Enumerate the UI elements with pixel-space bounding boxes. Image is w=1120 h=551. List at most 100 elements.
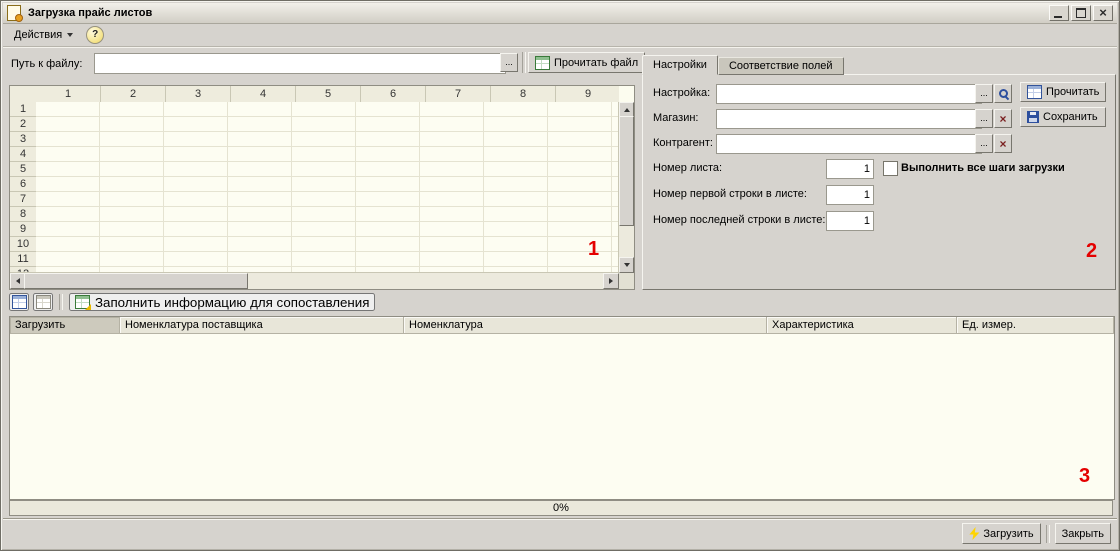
all-steps-label: Выполнить все шаги загрузки bbox=[901, 162, 1065, 174]
grid-row-header[interactable]: 3 bbox=[10, 132, 36, 147]
grid-row-header[interactable]: 10 bbox=[10, 237, 36, 252]
grid-column-header[interactable]: 3 bbox=[166, 86, 231, 102]
arrow-up-icon bbox=[624, 105, 630, 112]
nastroyka-search-button[interactable] bbox=[994, 84, 1012, 103]
fill-mapping-button[interactable]: Заполнить информацию для сопоставления bbox=[69, 293, 375, 311]
grid-column-header[interactable]: 4 bbox=[231, 86, 296, 102]
grid-row-header[interactable]: 8 bbox=[10, 207, 36, 222]
table-header-4[interactable]: Ед. измер. bbox=[957, 317, 1114, 334]
arrow-right-icon bbox=[609, 278, 616, 284]
grid-row-header[interactable]: 7 bbox=[10, 192, 36, 207]
close-button[interactable] bbox=[1093, 5, 1113, 21]
grid-row-headers: 123456789101112 bbox=[10, 102, 37, 273]
nastroyka-label: Настройка: bbox=[653, 87, 710, 99]
kontragent-input[interactable] bbox=[716, 134, 982, 154]
kontragent-clear-button[interactable] bbox=[994, 134, 1012, 153]
sheet-number-label: Номер листа: bbox=[653, 162, 722, 174]
horizontal-scroll-thumb[interactable] bbox=[24, 273, 248, 289]
nastroyka-input[interactable] bbox=[716, 84, 982, 104]
read-settings-label: Прочитать bbox=[1046, 86, 1099, 98]
file-path-label: Путь к файлу: bbox=[11, 58, 82, 70]
read-file-button[interactable]: Прочитать файл bbox=[528, 52, 645, 73]
grid-column-header[interactable]: 6 bbox=[361, 86, 426, 102]
titlebar: Загрузка прайс листов bbox=[3, 3, 1117, 24]
grid-vertical-scrollbar[interactable] bbox=[618, 102, 634, 273]
progress-text: 0% bbox=[553, 502, 569, 514]
spreadsheet-preview: 123456789 123456789101112 bbox=[9, 85, 635, 290]
actions-menu-label: Действия bbox=[14, 29, 62, 41]
read-file-label: Прочитать файл bbox=[554, 57, 638, 69]
table-header-0[interactable]: Загрузить bbox=[10, 317, 120, 334]
minimize-button[interactable] bbox=[1049, 5, 1069, 21]
maximize-icon bbox=[1076, 8, 1086, 18]
grid-column-header[interactable]: 9 bbox=[556, 86, 619, 102]
save-settings-button[interactable]: Сохранить bbox=[1020, 107, 1106, 127]
magazin-input[interactable] bbox=[716, 109, 982, 129]
all-steps-checkbox[interactable] bbox=[883, 161, 898, 176]
load-button[interactable]: Загрузить bbox=[962, 523, 1040, 544]
read-settings-button[interactable]: Прочитать bbox=[1020, 82, 1106, 102]
clear-icon bbox=[999, 138, 1006, 150]
first-row-label: Номер первой строки в листе: bbox=[653, 188, 807, 200]
file-path-input[interactable] bbox=[94, 53, 506, 74]
grid-cells-area[interactable] bbox=[36, 102, 619, 273]
actions-menu[interactable]: Действия bbox=[7, 26, 80, 44]
mapping-table-body[interactable] bbox=[10, 334, 1114, 499]
grid-row-header[interactable]: 5 bbox=[10, 162, 36, 177]
footer-bar: Загрузить Закрыть bbox=[3, 518, 1117, 548]
grid-column-header[interactable]: 1 bbox=[36, 86, 101, 102]
kontragent-label: Контрагент: bbox=[653, 137, 713, 149]
grid-row-header[interactable]: 2 bbox=[10, 117, 36, 132]
file-browse-button[interactable]: ... bbox=[500, 53, 518, 72]
clear-all-flags-button[interactable] bbox=[33, 293, 53, 311]
close-window-button[interactable]: Закрыть bbox=[1055, 523, 1111, 544]
last-row-input[interactable] bbox=[826, 211, 874, 231]
mapping-table: ЗагрузитьНоменклатура поставщикаНоменкла… bbox=[9, 316, 1115, 500]
grid-column-header[interactable]: 7 bbox=[426, 86, 491, 102]
grid-row-header[interactable]: 9 bbox=[10, 222, 36, 237]
arrow-down-icon bbox=[624, 263, 630, 270]
tab-nastroyki[interactable]: Настройки bbox=[642, 55, 718, 75]
magnifier-icon bbox=[998, 88, 1009, 99]
tab-sootvetstvie-poley[interactable]: Соответствие полей bbox=[718, 57, 844, 75]
kontragent-browse-button[interactable]: ... bbox=[975, 134, 993, 153]
progress-bar: 0% bbox=[9, 500, 1113, 516]
toolbar-separator bbox=[522, 52, 526, 73]
scroll-down-button[interactable] bbox=[619, 257, 634, 273]
table-header-2[interactable]: Номенклатура bbox=[404, 317, 767, 334]
close-icon bbox=[1099, 6, 1107, 20]
read-settings-icon bbox=[1027, 85, 1042, 99]
help-button[interactable] bbox=[86, 26, 104, 44]
grid-column-header[interactable]: 5 bbox=[296, 86, 361, 102]
lightning-icon bbox=[969, 527, 979, 540]
grid-row-header[interactable]: 1 bbox=[10, 102, 36, 117]
close-button-label: Закрыть bbox=[1062, 528, 1104, 540]
grid-horizontal-scrollbar[interactable] bbox=[10, 272, 619, 289]
last-row-label: Номер последней строки в листе: bbox=[653, 214, 825, 226]
grid-row-header[interactable]: 11 bbox=[10, 252, 36, 267]
nastroyka-browse-button[interactable]: ... bbox=[975, 84, 993, 103]
maximize-button[interactable] bbox=[1071, 5, 1091, 21]
table-header-3[interactable]: Характеристика bbox=[767, 317, 957, 334]
magazin-clear-button[interactable] bbox=[994, 109, 1012, 128]
set-all-flags-button[interactable] bbox=[9, 293, 29, 311]
vertical-scroll-thumb[interactable] bbox=[619, 116, 634, 226]
minimize-icon bbox=[1054, 16, 1062, 18]
grid-column-header[interactable]: 2 bbox=[101, 86, 166, 102]
scroll-right-button[interactable] bbox=[603, 273, 619, 289]
mapping-table-header: ЗагрузитьНоменклатура поставщикаНоменкла… bbox=[10, 317, 1114, 334]
grid-column-header[interactable]: 8 bbox=[491, 86, 556, 102]
sheet-number-input[interactable] bbox=[826, 159, 874, 179]
fill-mapping-icon bbox=[75, 295, 90, 309]
magazin-label: Магазин: bbox=[653, 112, 699, 124]
grid-row-header[interactable]: 6 bbox=[10, 177, 36, 192]
clear-flags-icon bbox=[36, 295, 51, 309]
grid-column-headers: 123456789 bbox=[36, 86, 619, 103]
set-flags-icon bbox=[12, 295, 27, 309]
save-icon bbox=[1027, 111, 1039, 123]
first-row-input[interactable] bbox=[826, 185, 874, 205]
magazin-browse-button[interactable]: ... bbox=[975, 109, 993, 128]
grid-row-header[interactable]: 4 bbox=[10, 147, 36, 162]
grid-corner[interactable] bbox=[10, 86, 37, 103]
table-header-1[interactable]: Номенклатура поставщика bbox=[120, 317, 404, 334]
